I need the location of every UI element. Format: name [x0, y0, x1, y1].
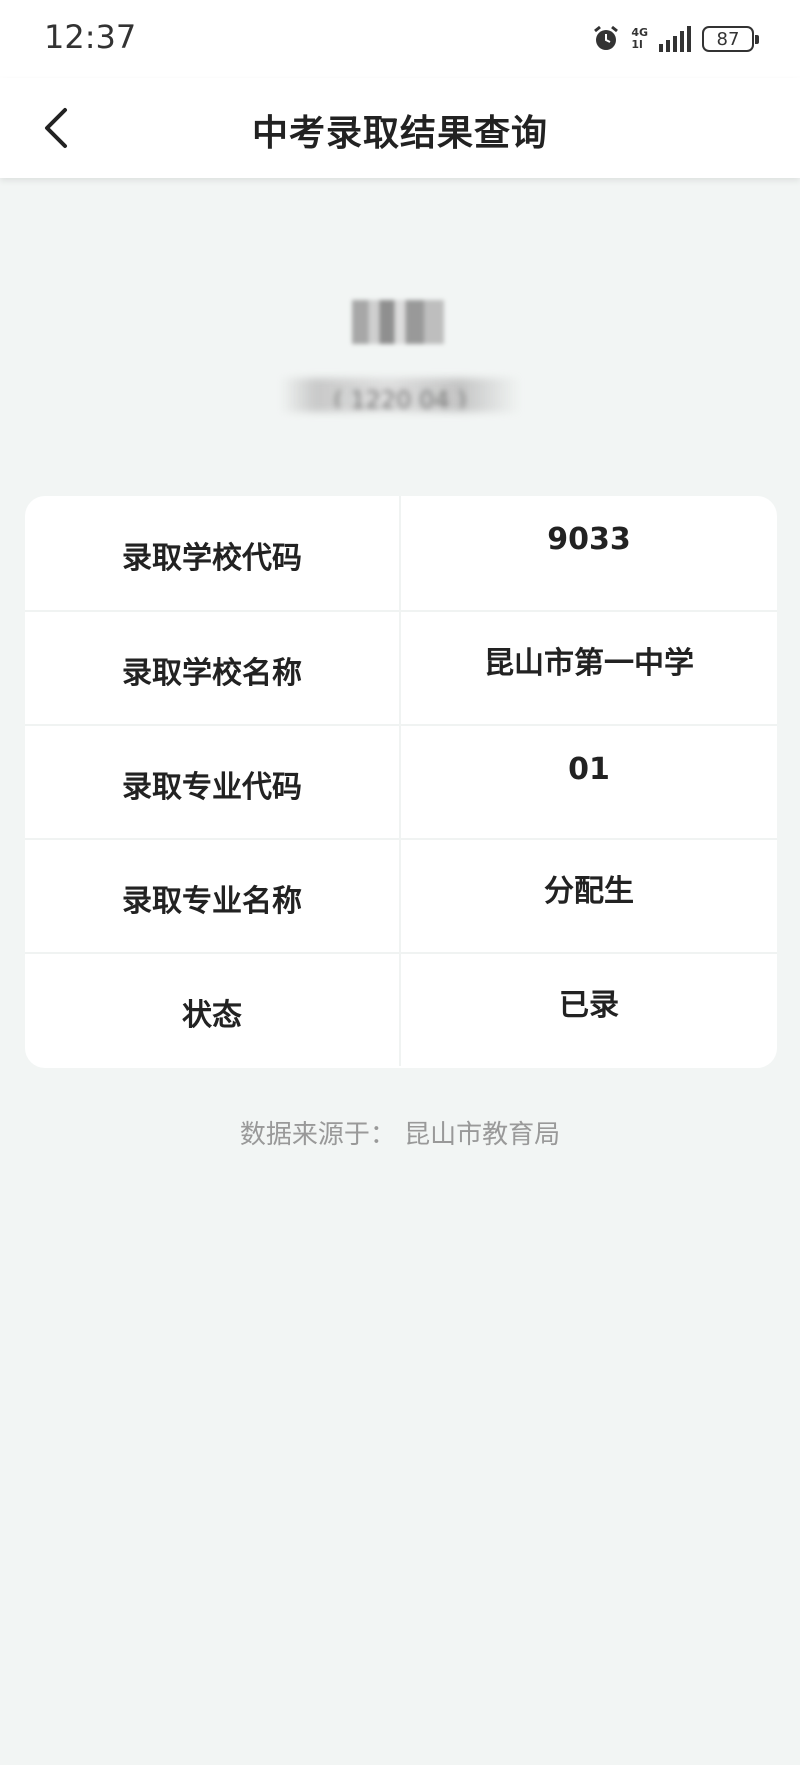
status-icons: 4G 1l 87	[591, 22, 759, 56]
result-row: 录取专业名称 分配生	[25, 838, 777, 952]
network-subtype: 1l	[631, 38, 643, 51]
student-id-number: ( 1220 04 )	[333, 386, 467, 408]
result-label: 录取学校代码	[25, 496, 401, 610]
result-row: 录取学校代码 9033	[25, 496, 777, 610]
result-value: 分配生	[544, 874, 634, 909]
result-label: 录取专业代码	[25, 726, 401, 838]
result-value: 9033	[547, 522, 631, 557]
network-icon: 4G 1l	[631, 27, 648, 51]
app-header: 中考录取结果查询	[0, 78, 800, 178]
student-name-redacted	[352, 300, 444, 344]
result-row: 录取学校名称 昆山市第一中学	[25, 610, 777, 724]
result-value: 昆山市第一中学	[484, 646, 694, 681]
result-label: 录取学校名称	[25, 612, 401, 724]
battery-icon: 87	[702, 26, 759, 52]
result-value: 已录	[559, 988, 619, 1023]
alarm-icon	[594, 25, 619, 50]
page-title: 中考录取结果查询	[251, 113, 548, 154]
result-label: 录取专业名称	[25, 840, 401, 952]
result-value: 01	[568, 752, 610, 787]
student-identity: ( 1220 04 )	[0, 290, 800, 440]
result-row: 录取专业代码 01	[25, 724, 777, 838]
status-time: 12:37	[44, 18, 137, 56]
battery-level: 87	[716, 28, 740, 50]
data-source-note: 数据来源于： 昆山市教育局	[239, 1120, 561, 1150]
result-row: 状态 已录	[25, 952, 777, 1066]
signal-icon	[659, 26, 691, 52]
result-label: 状态	[25, 954, 401, 1066]
result-card: 录取学校代码 9033 录取学校名称 昆山市第一中学 录取专业代码 01 录取专…	[25, 496, 777, 1068]
status-bar: 12:37 4G 1l 87	[0, 0, 800, 78]
